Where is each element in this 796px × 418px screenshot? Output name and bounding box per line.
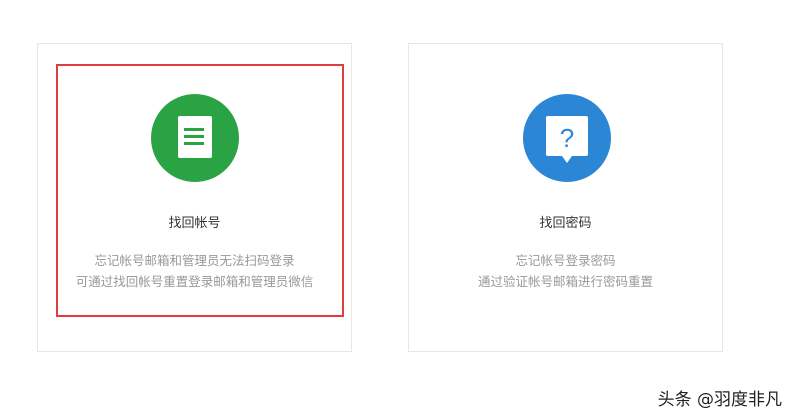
- recover-account-description: 忘记帐号邮箱和管理员无法扫码登录 可通过找回帐号重置登录邮箱和管理员微信: [37, 250, 352, 292]
- recover-account-icon-circle: [151, 94, 239, 182]
- recover-password-description: 忘记帐号登录密码 通过验证帐号邮箱进行密码重置: [408, 250, 723, 292]
- recover-password-card[interactable]: [408, 43, 723, 352]
- recover-password-icon-circle: ?: [523, 94, 611, 182]
- recover-account-title[interactable]: 找回帐号: [37, 212, 352, 231]
- recover-account-desc-line-1: 忘记帐号邮箱和管理员无法扫码登录: [94, 253, 295, 268]
- recover-password-desc-line-2: 通过验证帐号邮箱进行密码重置: [477, 274, 653, 289]
- document-icon: [178, 116, 212, 158]
- recover-account-card[interactable]: [37, 43, 352, 352]
- recover-password-title[interactable]: 找回密码: [408, 212, 723, 231]
- recover-password-desc-line-1: 忘记帐号登录密码: [515, 253, 616, 268]
- watermark: 头条 @羽度非凡: [657, 390, 782, 410]
- question-bubble-icon: ?: [546, 116, 588, 163]
- recover-account-desc-line-2: 可通过找回帐号重置登录邮箱和管理员微信: [75, 274, 314, 289]
- svg-text:?: ?: [560, 123, 574, 153]
